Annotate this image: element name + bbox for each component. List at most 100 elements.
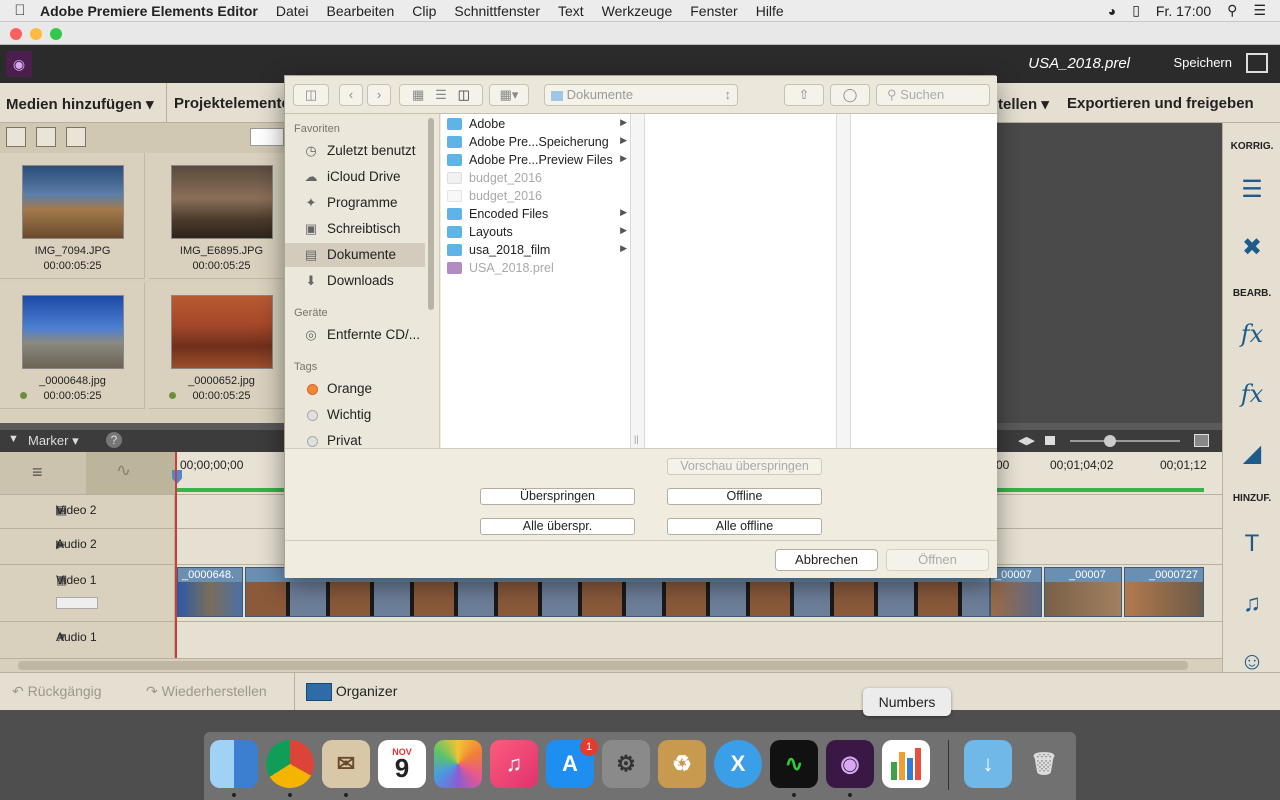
timeline-clip[interactable]: _0000648. bbox=[177, 567, 243, 617]
photos-icon[interactable] bbox=[434, 740, 482, 788]
sidebar-item-applications[interactable]: ✦ Programme bbox=[285, 191, 425, 215]
column-resize-handle[interactable] bbox=[837, 114, 851, 448]
minimize-window-button[interactable] bbox=[30, 28, 42, 40]
marker-menu[interactable]: Marker ▾ bbox=[28, 433, 79, 449]
cancel-button[interactable]: Abbrechen bbox=[775, 549, 878, 571]
menu-werkzeuge[interactable]: Werkzeuge bbox=[602, 3, 673, 19]
help-icon[interactable]: ? bbox=[106, 432, 122, 448]
itunes-icon[interactable]: ♫ bbox=[490, 740, 538, 788]
icon-view-icon[interactable]: ▦ bbox=[412, 87, 424, 102]
menu-text[interactable]: Text bbox=[558, 3, 584, 19]
organizer-button[interactable]: Organizer bbox=[306, 683, 397, 702]
media-tile[interactable]: _0000648.jpg 00:00:05:25 bbox=[0, 283, 145, 409]
sidebar-scrollbar[interactable] bbox=[428, 118, 434, 310]
adjust-sliders-icon[interactable]: ☰ bbox=[1237, 175, 1267, 205]
export-share-button[interactable]: Exportieren und freigeben bbox=[1067, 95, 1254, 112]
system-preferences-icon[interactable]: ⚙ bbox=[602, 740, 650, 788]
timeline-clip[interactable]: _0000727 bbox=[1124, 567, 1204, 617]
playhead-line[interactable] bbox=[175, 452, 177, 658]
column-resize-handle[interactable]: || bbox=[631, 114, 645, 448]
sidebar-toggle-icon[interactable]: ◫ bbox=[293, 84, 329, 106]
menu-datei[interactable]: Datei bbox=[276, 3, 309, 19]
file-row[interactable]: Adobe ▶ bbox=[441, 115, 631, 133]
zoom-in-icon[interactable] bbox=[1194, 434, 1209, 447]
share-icon[interactable]: ⇧ bbox=[784, 84, 824, 106]
all-offline-button[interactable]: Alle offline bbox=[667, 518, 822, 535]
filter-video-icon[interactable] bbox=[6, 127, 26, 147]
sidebar-item-recents[interactable]: ◷ Zuletzt benutzt bbox=[285, 139, 425, 163]
zoom-out-icon[interactable] bbox=[1045, 436, 1055, 445]
tools-menu[interactable]: tellen ▾ bbox=[998, 95, 1049, 113]
menubar-clock[interactable]: Fr. 17:00 bbox=[1156, 3, 1211, 19]
zoom-fit-icon[interactable]: ◀▶ bbox=[1018, 434, 1035, 447]
title-text-icon[interactable]: T bbox=[1237, 529, 1267, 559]
save-button[interactable]: Speichern bbox=[1173, 55, 1232, 70]
skip-all-button[interactable]: Alle überspr. bbox=[480, 518, 635, 535]
menu-bearbeiten[interactable]: Bearbeiten bbox=[327, 3, 395, 19]
numbers-icon[interactable] bbox=[882, 740, 930, 788]
activity-monitor-icon[interactable]: ∿ bbox=[770, 740, 818, 788]
wifi-icon[interactable]: ◕ bbox=[1108, 3, 1116, 19]
skip-button[interactable]: Überspringen bbox=[480, 488, 635, 505]
timeline-clip[interactable]: _00007 bbox=[990, 567, 1042, 617]
smart-mix-icon[interactable]: ≡ bbox=[32, 462, 43, 483]
back-icon[interactable]: ‹ bbox=[339, 84, 363, 106]
forward-icon[interactable]: › bbox=[367, 84, 391, 106]
menubar-app-name[interactable]: Adobe Premiere Elements Editor bbox=[40, 3, 258, 19]
menu-clip[interactable]: Clip bbox=[412, 3, 436, 19]
timeline-horizontal-scrollbar[interactable] bbox=[0, 658, 1222, 672]
sidebar-tag-orange[interactable]: Orange bbox=[285, 377, 425, 401]
premiere-elements-dock-icon[interactable]: ◉ bbox=[826, 740, 874, 788]
calendar-icon[interactable]: NOV 9 bbox=[378, 740, 426, 788]
arrange-icon[interactable]: ▦▾ bbox=[489, 84, 529, 106]
list-view-icon[interactable]: ☰ bbox=[435, 87, 447, 102]
sidebar-item-downloads[interactable]: ⬇ Downloads bbox=[285, 269, 425, 293]
color-correction-icon[interactable]: ◢ bbox=[1237, 439, 1267, 469]
filter-audio-icon[interactable] bbox=[66, 127, 86, 147]
menu-fenster[interactable]: Fenster bbox=[690, 3, 737, 19]
fx-icon[interactable]: fx bbox=[1237, 379, 1267, 409]
media-search-input[interactable] bbox=[250, 128, 284, 146]
file-row[interactable]: usa_2018_film ▶ bbox=[441, 241, 631, 259]
file-row[interactable]: USA_2018.prel bbox=[441, 259, 631, 277]
menu-schnittfenster[interactable]: Schnittfenster bbox=[454, 3, 540, 19]
tag-icon[interactable]: ◯ bbox=[830, 84, 870, 106]
zoom-slider[interactable] bbox=[1070, 440, 1180, 442]
menu-hilfe[interactable]: Hilfe bbox=[756, 3, 784, 19]
sidebar-item-desktop[interactable]: ▣ Schreibtisch bbox=[285, 217, 425, 241]
file-row[interactable]: Adobe Pre...Preview Files ▶ bbox=[441, 151, 631, 169]
media-tile[interactable]: IMG_7094.JPG 00:00:05:25 bbox=[0, 153, 145, 279]
file-row[interactable]: Encoded Files ▶ bbox=[441, 205, 631, 223]
fx-edit-icon[interactable]: fx bbox=[1237, 319, 1267, 349]
file-row[interactable]: Layouts ▶ bbox=[441, 223, 631, 241]
zoom-window-button[interactable] bbox=[50, 28, 62, 40]
file-row[interactable]: Adobe Pre...Speicherung ▶ bbox=[441, 133, 631, 151]
search-input[interactable]: ⚲ Suchen bbox=[876, 84, 990, 106]
sidebar-tag-private[interactable]: Privat bbox=[285, 429, 425, 448]
keyframe-nav[interactable] bbox=[56, 597, 98, 609]
trash-icon[interactable]: 🗑 bbox=[1020, 740, 1068, 788]
redo-button[interactable]: ↷ Wiederherstellen bbox=[146, 683, 267, 700]
sidebar-item-documents[interactable]: ▤ Dokumente bbox=[285, 243, 425, 267]
file-row[interactable]: budget_2016 bbox=[441, 187, 631, 205]
skip-preview-button[interactable]: Vorschau überspringen bbox=[667, 458, 822, 475]
archive-utility-icon[interactable]: ♻ bbox=[658, 740, 706, 788]
media-tile[interactable]: IMG_E6895.JPG 00:00:05:25 bbox=[149, 153, 294, 279]
zoom-slider-handle[interactable] bbox=[1104, 435, 1116, 447]
media-tile[interactable]: _0000652.jpg 00:00:05:25 bbox=[149, 283, 294, 409]
tools-icon[interactable]: ✖ bbox=[1237, 233, 1267, 263]
timeline-clip[interactable]: _00007 bbox=[1044, 567, 1122, 617]
open-button[interactable]: Öffnen bbox=[886, 549, 989, 571]
spotlight-icon[interactable]: ⚲ bbox=[1227, 2, 1237, 19]
sidebar-tag-important[interactable]: Wichtig bbox=[285, 403, 425, 427]
add-media-menu[interactable]: Medien hinzufügen ▾ bbox=[6, 95, 154, 113]
collapse-triangle-icon[interactable]: ▼ bbox=[8, 433, 19, 445]
view-mode-selector[interactable]: ▦ ☰ ◫ bbox=[399, 84, 483, 106]
finder-icon[interactable] bbox=[210, 740, 258, 788]
sidebar-item-icloud[interactable]: ☁ iCloud Drive bbox=[285, 165, 425, 189]
column-view-icon[interactable]: ◫ bbox=[458, 87, 470, 102]
offline-button[interactable]: Offline bbox=[667, 488, 822, 505]
apple-icon[interactable]:  bbox=[0, 2, 40, 19]
xquartz-icon[interactable]: X bbox=[714, 740, 762, 788]
filter-image-icon[interactable] bbox=[36, 127, 56, 147]
